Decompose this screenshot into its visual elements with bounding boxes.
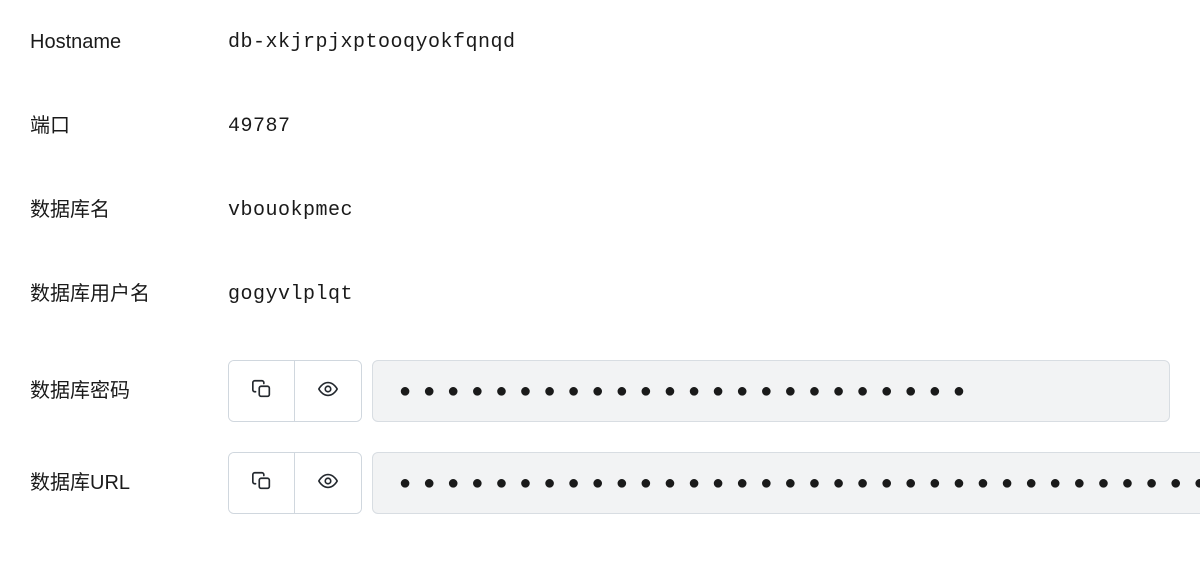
dbname-label: 数据库名 xyxy=(30,196,228,224)
dbpass-label: 数据库密码 xyxy=(30,377,228,405)
dbpass-copy-button[interactable] xyxy=(229,361,295,421)
dbpass-secret: ●●●●●●●●●●●●●●●●●●●●●●●● xyxy=(228,360,1170,422)
port-value: 49787 xyxy=(228,115,291,138)
hostname-row: Hostname db-xkjrpjxptooqyokfqnqd xyxy=(30,24,1170,60)
dbpass-reveal-button[interactable] xyxy=(295,361,361,421)
dbpass-masked-value: ●●●●●●●●●●●●●●●●●●●●●●●● xyxy=(399,381,977,401)
dbuser-value: gogyvlplqt xyxy=(228,283,353,306)
port-label: 端口 xyxy=(30,112,228,140)
port-row: 端口 49787 xyxy=(30,108,1170,144)
dburl-masked-value: ●●●●●●●●●●●●●●●●●●●●●●●●●●●●●●●●●●●●●●●●… xyxy=(399,473,1200,493)
eye-icon xyxy=(317,470,339,497)
dburl-secret: ●●●●●●●●●●●●●●●●●●●●●●●●●●●●●●●●●●●●●●●●… xyxy=(228,452,1200,514)
dbname-value: vbouokpmec xyxy=(228,199,353,222)
copy-icon xyxy=(251,470,273,497)
hostname-label: Hostname xyxy=(30,28,228,56)
dburl-row: 数据库URL ●●●●●●●●● xyxy=(30,452,1170,514)
hostname-value: db-xkjrpjxptooqyokfqnqd xyxy=(228,31,516,54)
eye-icon xyxy=(317,378,339,405)
dbname-row: 数据库名 vbouokpmec xyxy=(30,192,1170,228)
dbuser-label: 数据库用户名 xyxy=(30,280,228,308)
dburl-copy-button[interactable] xyxy=(229,453,295,513)
dbuser-row: 数据库用户名 gogyvlplqt xyxy=(30,276,1170,312)
dbpass-masked-field: ●●●●●●●●●●●●●●●●●●●●●●●● xyxy=(372,360,1170,422)
dburl-reveal-button[interactable] xyxy=(295,453,361,513)
dbpass-button-group xyxy=(228,360,362,422)
dburl-masked-field: ●●●●●●●●●●●●●●●●●●●●●●●●●●●●●●●●●●●●●●●●… xyxy=(372,452,1200,514)
copy-icon xyxy=(251,378,273,405)
dburl-button-group xyxy=(228,452,362,514)
dbpass-row: 数据库密码 ●●●●●●●●●● xyxy=(30,360,1170,422)
dburl-label: 数据库URL xyxy=(30,469,228,497)
